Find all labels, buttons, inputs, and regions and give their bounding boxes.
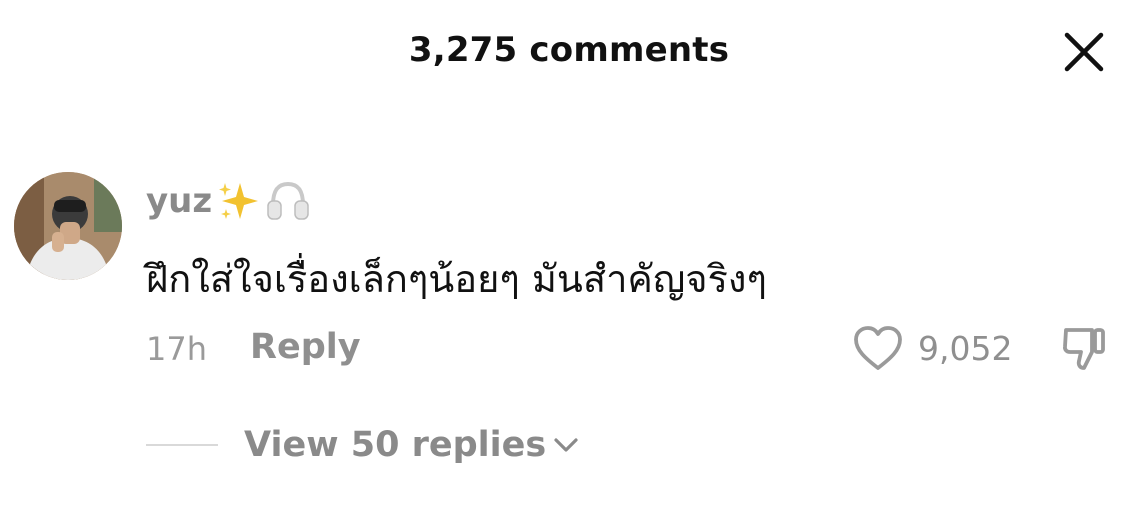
- view-replies-label: View 50 replies: [244, 425, 547, 465]
- chevron-down-icon: [554, 438, 578, 452]
- close-button[interactable]: [1062, 30, 1106, 74]
- avatar[interactable]: [14, 172, 122, 280]
- like-count: 9,052: [918, 328, 1013, 368]
- headphones-icon: [267, 181, 309, 220]
- comments-count-title: 3,275 comments: [408, 30, 730, 70]
- sparkles-icon: [219, 183, 259, 219]
- close-icon: [1064, 32, 1104, 72]
- like-button[interactable]: 9,052: [852, 322, 1012, 374]
- comment-username[interactable]: yuz: [146, 178, 312, 224]
- heart-icon: [854, 326, 902, 370]
- reply-button[interactable]: Reply: [250, 327, 361, 367]
- replies-divider: [146, 444, 218, 446]
- username-text: yuz: [146, 181, 213, 221]
- dislike-button[interactable]: [1058, 322, 1110, 374]
- user-avatar: [14, 172, 122, 280]
- comment-text: ฝึกใส่ใจเรื่องเล็กๆน้อยๆ มันสำคัญจริงๆ: [146, 257, 767, 301]
- view-replies-button[interactable]: View 50 replies: [244, 422, 580, 468]
- comment-timestamp: 17h: [146, 330, 207, 368]
- thumbs-down-icon: [1063, 328, 1105, 370]
